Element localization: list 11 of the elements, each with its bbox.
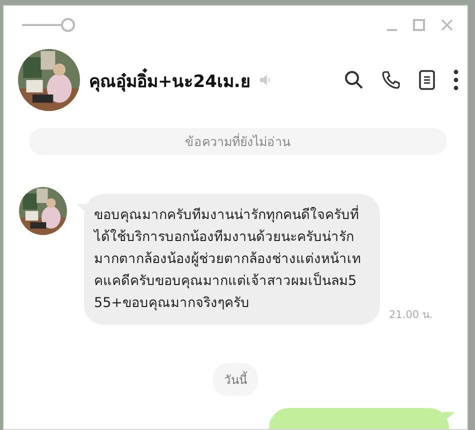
notes-button[interactable]	[418, 70, 436, 90]
minimize-icon	[387, 28, 397, 30]
slider-icon[interactable]	[22, 18, 76, 32]
search-button[interactable]	[344, 70, 364, 90]
unread-divider: ข้อความที่ยังไม่อ่าน	[29, 128, 447, 155]
contact-name: คุณอุ๋มอิ๋ม+นะ24เม.ย	[89, 66, 250, 94]
message-bubble: ขอบคุณมากครับทีมงานน่ารักทุกคนดีใจครับที่ได้ใช้บริการบอกน้องทีมงานด้วยนะครับน่ารักมากตากล้องน้องผู้ช่วยตากล้องช่างแต่งหน้าเทคแคดีครับขอบคุณมากแต่เจ้าสาวผมเป็นลม555+ขอบคุณมากจริงๆครับ	[76, 194, 380, 325]
message-time: 21.00 น.	[389, 308, 433, 323]
more-button[interactable]	[453, 69, 459, 91]
call-button[interactable]	[381, 70, 401, 90]
date-label: วันนี้	[213, 363, 258, 396]
